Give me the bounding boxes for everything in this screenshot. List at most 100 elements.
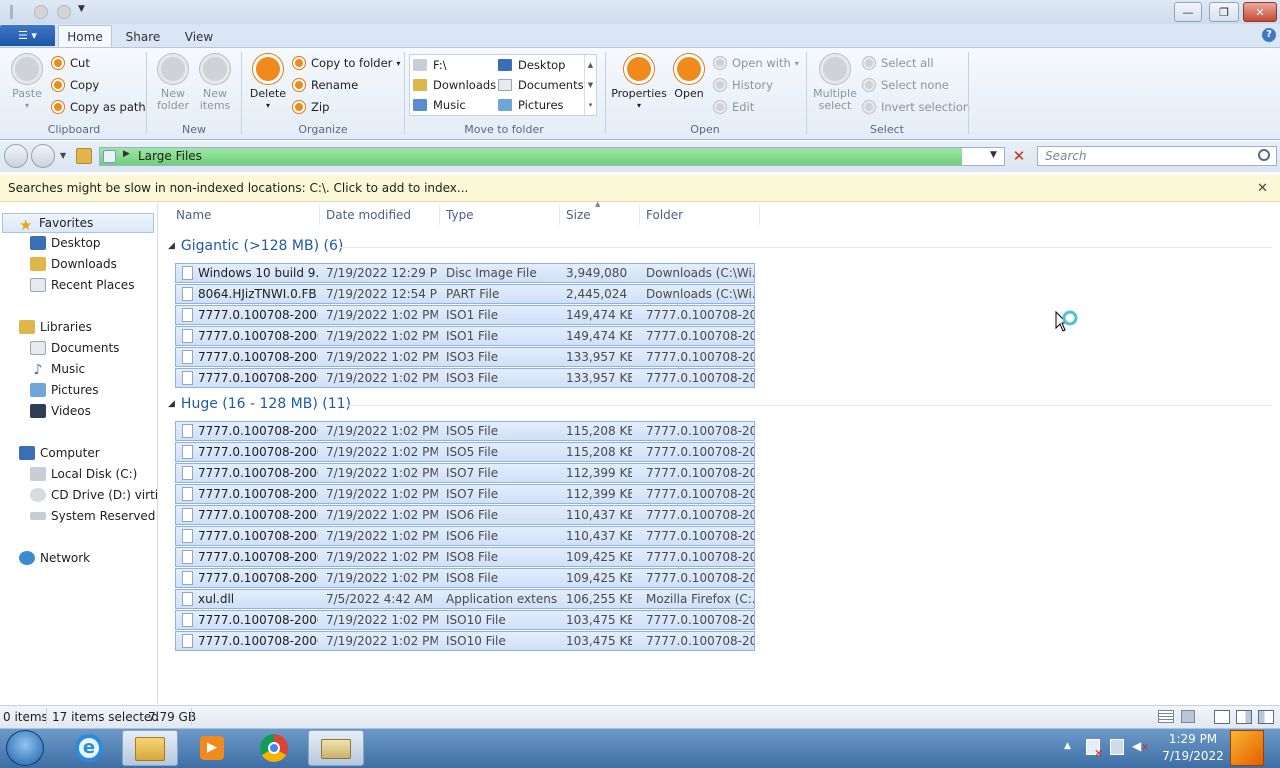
- move-to-music[interactable]: Music: [413, 98, 466, 112]
- select-none-button[interactable]: Select none: [863, 76, 949, 94]
- table-row[interactable]: 7777.0.100708-2000... 7/19/2022 1:02 PM IS…: [175, 326, 755, 346]
- taskbar-archive-app[interactable]: [308, 730, 364, 766]
- table-row[interactable]: 7777.0.100708-2000... 7/19/2022 1:02 PM IS…: [175, 368, 755, 388]
- maximize-button[interactable]: ❐: [1209, 2, 1239, 22]
- zip-button[interactable]: Zip: [293, 98, 329, 116]
- move-to-desktop[interactable]: Desktop: [498, 58, 565, 72]
- table-row[interactable]: 7777.0.100708-2000... 7/19/2022 1:02 PM IS…: [175, 484, 755, 504]
- edit-button[interactable]: Edit: [714, 98, 754, 116]
- nav-music[interactable]: ♪ Music: [30, 362, 86, 378]
- details-pane-icon[interactable]: [1236, 710, 1252, 724]
- taskbar-chrome[interactable]: [246, 730, 302, 766]
- collapse-triangle-icon[interactable]: ◢: [168, 399, 175, 409]
- taskbar-media-player[interactable]: ▶: [184, 730, 240, 766]
- column-header-folder[interactable]: Folder: [640, 205, 760, 225]
- show-desktop-thumbnail[interactable]: [1230, 730, 1264, 766]
- taskbar-file-explorer[interactable]: [122, 730, 178, 766]
- nav-videos[interactable]: Videos: [30, 404, 91, 418]
- table-row[interactable]: xul.dll 7/5/2022 4:42 AM Application exten…: [175, 589, 755, 609]
- properties-button[interactable]: Properties ▾: [611, 54, 667, 112]
- open-with-button[interactable]: Open with ▾: [714, 54, 799, 72]
- search-input[interactable]: Search: [1037, 146, 1277, 166]
- select-all-button[interactable]: Select all: [863, 54, 934, 72]
- preview-pane-icon[interactable]: [1214, 710, 1230, 724]
- open-button[interactable]: Open: [670, 54, 708, 100]
- nav-cd-drive[interactable]: CD Drive (D:) virtio-w: [30, 488, 157, 502]
- new-folder-button[interactable]: New folder: [154, 54, 192, 112]
- group-header-gigantic[interactable]: ◢ Gigantic (>128 MB) (6): [168, 238, 343, 254]
- nav-desktop[interactable]: Desktop: [30, 236, 101, 250]
- table-row[interactable]: 7777.0.100708-2000... 7/19/2022 1:02 PM IS…: [175, 421, 755, 441]
- column-header-name[interactable]: Name: [170, 205, 320, 225]
- help-icon[interactable]: ?: [1262, 28, 1276, 42]
- large-icons-view-icon[interactable]: [1181, 710, 1195, 723]
- nav-local-disk[interactable]: Local Disk (C:): [30, 467, 137, 481]
- nav-favorites[interactable]: ★ Favorites: [2, 213, 154, 234]
- address-dropdown-icon[interactable]: ▼: [990, 150, 997, 160]
- paste-button[interactable]: Paste ▾: [8, 54, 46, 112]
- rename-button[interactable]: Rename: [293, 76, 358, 94]
- collapse-triangle-icon[interactable]: ◢: [168, 241, 175, 251]
- search-icon[interactable]: [1258, 149, 1270, 161]
- multiple-select-button[interactable]: Multiple select: [812, 54, 858, 112]
- taskbar-clock[interactable]: 1:29 PM 7/19/2022: [1158, 731, 1228, 765]
- nav-libraries[interactable]: Libraries: [19, 320, 92, 334]
- nav-computer[interactable]: Computer: [19, 446, 100, 460]
- new-items-button[interactable]: New items: [196, 54, 234, 112]
- table-row[interactable]: 7777.0.100708-2000... 7/19/2022 1:02 PM IS…: [175, 347, 755, 367]
- qat-properties-icon[interactable]: [34, 5, 48, 19]
- details-view-icon[interactable]: [1158, 710, 1174, 723]
- start-button[interactable]: [6, 730, 44, 766]
- tab-view[interactable]: View: [176, 25, 222, 48]
- move-to-pictures[interactable]: Pictures: [498, 98, 564, 112]
- nav-downloads[interactable]: Downloads: [30, 257, 117, 271]
- column-header-date-modified[interactable]: Date modified: [320, 205, 440, 225]
- history-button[interactable]: History: [714, 76, 773, 94]
- breadcrumb-chevron-icon[interactable]: ▶: [123, 149, 130, 159]
- gallery-scroll[interactable]: ▲ ▼ ▾: [584, 55, 596, 115]
- cut-button[interactable]: Cut: [52, 54, 90, 72]
- close-button[interactable]: ✕: [1243, 2, 1277, 22]
- table-row[interactable]: 7777.0.100708-2000... 7/19/2022 1:02 PM IS…: [175, 631, 755, 651]
- recent-locations-icon[interactable]: ▼: [60, 151, 66, 160]
- invert-selection-button[interactable]: Invert selection: [863, 98, 970, 116]
- close-info-bar-icon[interactable]: ✕: [1257, 181, 1268, 196]
- nav-recent-places[interactable]: Recent Places: [30, 278, 134, 292]
- taskbar-internet-explorer[interactable]: e: [61, 730, 117, 766]
- show-hidden-icons-icon[interactable]: ▲: [1064, 741, 1071, 751]
- forward-button[interactable]: [31, 144, 55, 168]
- minimize-button[interactable]: —: [1174, 2, 1202, 22]
- network-tray-icon[interactable]: [1110, 739, 1124, 755]
- table-row[interactable]: 7777.0.100708-2000... 7/19/2022 1:02 PM IS…: [175, 505, 755, 525]
- column-header-size[interactable]: Size: [560, 205, 640, 225]
- breadcrumb-large-files[interactable]: Large Files: [138, 148, 202, 164]
- qat-new-folder-icon[interactable]: [57, 5, 71, 19]
- up-folder-icon[interactable]: [76, 148, 92, 164]
- volume-muted-icon[interactable]: ◀✕: [1132, 739, 1149, 755]
- table-row[interactable]: Windows 10 build 9... 7/19/2022 12:29 PM D…: [175, 263, 755, 283]
- qat-dropdown-icon[interactable]: ▼: [78, 4, 85, 14]
- copy-to-folder-button[interactable]: Copy to folder ▾: [293, 54, 400, 72]
- group-header-huge[interactable]: ◢ Huge (16 - 128 MB) (11): [168, 396, 351, 412]
- table-row[interactable]: 7777.0.100708-2000... 7/19/2022 1:02 PM IS…: [175, 610, 755, 630]
- move-to-downloads[interactable]: Downloads: [413, 78, 496, 92]
- navigation-pane-icon[interactable]: [1258, 710, 1274, 724]
- back-button[interactable]: [4, 144, 28, 168]
- delete-button[interactable]: Delete ▾: [249, 54, 287, 112]
- column-header-type[interactable]: Type: [440, 205, 560, 225]
- table-row[interactable]: 7777.0.100708-2000... 7/19/2022 1:02 PM IS…: [175, 568, 755, 588]
- tab-share[interactable]: Share: [120, 25, 166, 48]
- table-row[interactable]: 7777.0.100708-2000... 7/19/2022 1:02 PM IS…: [175, 526, 755, 546]
- move-to-f-drive[interactable]: F:\: [413, 58, 446, 72]
- table-row[interactable]: 7777.0.100708-2000... 7/19/2022 1:02 PM IS…: [175, 547, 755, 567]
- table-row[interactable]: 8064.HJizTNWI.0.FB... 7/19/2022 12:54 PM P…: [175, 284, 755, 304]
- table-row[interactable]: 7777.0.100708-2000... 7/19/2022 1:02 PM IS…: [175, 442, 755, 462]
- move-to-documents[interactable]: Documents: [498, 78, 584, 92]
- nav-network[interactable]: Network: [19, 551, 90, 565]
- table-row[interactable]: 7777.0.100708-2000... 7/19/2022 1:02 PM IS…: [175, 305, 755, 325]
- copy-as-path-button[interactable]: Copy as path: [52, 98, 146, 116]
- nav-system-reserved[interactable]: System Reserved (E:): [30, 509, 157, 523]
- nav-pictures[interactable]: Pictures: [30, 383, 99, 397]
- file-menu-button[interactable]: ☰ ▾: [0, 25, 55, 46]
- table-row[interactable]: 7777.0.100708-2000... 7/19/2022 1:02 PM IS…: [175, 463, 755, 483]
